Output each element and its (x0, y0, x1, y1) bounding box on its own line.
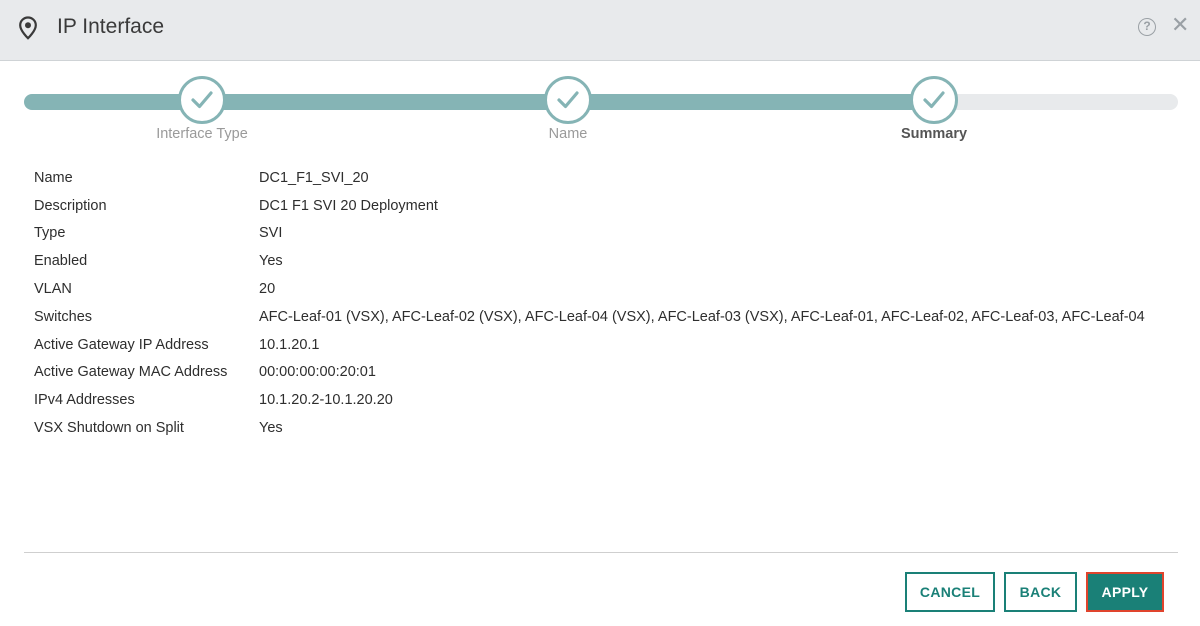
step-summary[interactable]: Summary (834, 70, 1034, 142)
dialog-header: IP Interface ? ✕ (0, 0, 1200, 61)
step-interface-type[interactable]: Interface Type (102, 70, 302, 142)
summary-value: 20 (259, 281, 276, 298)
summary-key: Switches (34, 308, 93, 325)
summary-key: VLAN (34, 281, 72, 298)
dialog-title: IP Interface (57, 15, 165, 38)
summary-value: Yes (259, 420, 283, 437)
summary-list: Name DC1_F1_SVI_20 Description DC1 F1 SV… (34, 164, 1145, 442)
help-icon[interactable]: ? (1138, 18, 1156, 36)
summary-key: IPv4 Addresses (34, 392, 135, 409)
summary-key: Enabled (34, 253, 88, 270)
summary-row-type: Type SVI (34, 220, 1145, 248)
summary-value: 00:00:00:00:20:01 (259, 364, 376, 381)
summary-row-vsx-shutdown: VSX Shutdown on Split Yes (34, 414, 1145, 442)
close-icon[interactable]: ✕ (1171, 14, 1189, 36)
step-complete-check-icon (544, 76, 592, 124)
summary-row-switches: Switches AFC-Leaf-01 (VSX), AFC-Leaf-02 … (34, 303, 1145, 331)
step-label: Interface Type (156, 126, 248, 142)
summary-key: Active Gateway MAC Address (34, 364, 228, 381)
back-button[interactable]: BACK (1004, 572, 1077, 612)
summary-row-name: Name DC1_F1_SVI_20 (34, 164, 1145, 192)
wizard-stepper: Interface Type Name Summary (0, 70, 1200, 150)
summary-key: Name (34, 169, 73, 186)
step-complete-check-icon (910, 76, 958, 124)
summary-key: Active Gateway IP Address (34, 336, 209, 353)
step-complete-check-icon (178, 76, 226, 124)
footer-divider (24, 552, 1178, 553)
summary-value: DC1 F1 SVI 20 Deployment (259, 197, 438, 214)
summary-row-active-gateway-mac: Active Gateway MAC Address 00:00:00:00:2… (34, 359, 1145, 387)
summary-value: 10.1.20.1 (259, 336, 320, 353)
summary-value: DC1_F1_SVI_20 (259, 169, 369, 186)
summary-row-ipv4-addresses: IPv4 Addresses 10.1.20.2-10.1.20.20 (34, 386, 1145, 414)
summary-row-vlan: VLAN 20 (34, 275, 1145, 303)
summary-value: SVI (259, 225, 283, 242)
apply-button[interactable]: APPLY (1086, 572, 1164, 612)
summary-key: Type (34, 225, 66, 242)
summary-value: Yes (259, 253, 283, 270)
location-pin-icon (19, 16, 37, 40)
cancel-button[interactable]: CANCEL (905, 572, 995, 612)
step-name[interactable]: Name (468, 70, 668, 142)
summary-row-active-gateway-ip: Active Gateway IP Address 10.1.20.1 (34, 331, 1145, 359)
summary-row-enabled: Enabled Yes (34, 247, 1145, 275)
summary-key: VSX Shutdown on Split (34, 420, 184, 437)
step-label: Name (548, 126, 588, 142)
summary-value: 10.1.20.2-10.1.20.20 (259, 392, 393, 409)
summary-key: Description (34, 197, 107, 214)
step-label: Summary (900, 126, 968, 142)
summary-value: AFC-Leaf-01 (VSX), AFC-Leaf-02 (VSX), AF… (259, 308, 1145, 325)
summary-row-description: Description DC1 F1 SVI 20 Deployment (34, 192, 1145, 220)
